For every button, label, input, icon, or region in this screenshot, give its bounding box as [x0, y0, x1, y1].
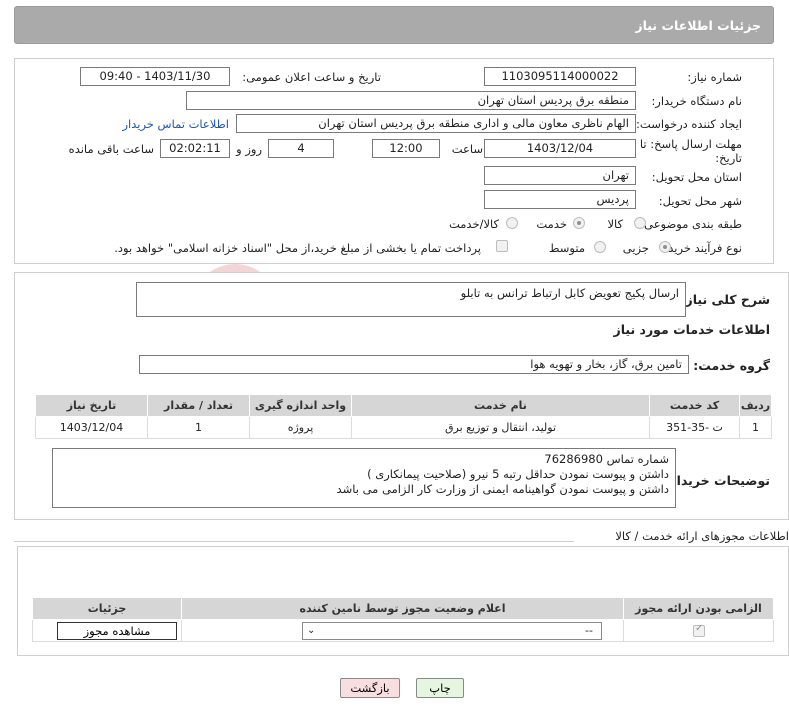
buyer-notes-label: توضیحات خریدار:: [664, 473, 770, 488]
summary-label: شرح کلی نیاز:: [680, 292, 770, 307]
process-minor-label: جزیی: [622, 241, 649, 255]
announce-label: تاریخ و ساعت اعلان عمومی:: [242, 70, 381, 84]
summary-textarea[interactable]: ارسال پکیج تعویض کابل ارتباط ترانس به تا…: [136, 282, 686, 317]
col-service-name: نام خدمت: [351, 394, 650, 417]
category-label: طبقه بندی موضوعی:: [640, 217, 742, 231]
deadline-time-label: ساعت: [451, 142, 483, 156]
col-need-date: تاریخ نیاز: [35, 394, 148, 417]
page-header: جزئیات اطلاعات نیاز: [14, 6, 774, 44]
table-row: 1 ت -35-351 تولید، انتقال و توزیع برق پر…: [35, 416, 772, 439]
col-unit: واحد اندازه گیری: [249, 394, 352, 417]
buyer-notes-textarea[interactable]: شماره تماس 76286980 داشتن و پیوست نمودن …: [52, 448, 676, 508]
col-quantity: تعداد / مقدار: [147, 394, 250, 417]
buyer-contact-link[interactable]: اطلاعات تماس خریدار: [122, 117, 229, 131]
permit-required-checkbox[interactable]: [693, 623, 705, 637]
permit-required-cell: [623, 619, 774, 642]
page-title: جزئیات اطلاعات نیاز: [635, 18, 761, 33]
services-table-header: ردیف کد خدمت نام خدمت واحد اندازه گیری ت…: [35, 394, 772, 417]
deadline-label-date: تاریخ:: [715, 151, 742, 165]
permit-status-select[interactable]: ⌄ --: [302, 622, 602, 640]
need-date: 1403/12/04: [35, 416, 148, 439]
chevron-down-icon: ⌄: [307, 625, 316, 636]
province-field: تهران: [484, 166, 636, 185]
permits-divider: [14, 541, 574, 542]
view-permit-button[interactable]: مشاهده مجوز: [57, 622, 177, 640]
province-label: استان محل تحویل:: [651, 170, 742, 184]
need-number-field: 1103095114000022: [484, 67, 636, 86]
category-goods-service-label: کالا/خدمت: [448, 217, 499, 231]
service-code: ت -35-351: [649, 416, 740, 439]
category-service-radio[interactable]: [573, 217, 585, 229]
deadline-label: مهلت ارسال پاسخ: تا: [639, 137, 742, 151]
permit-details-cell: مشاهده مجوز: [32, 619, 182, 642]
unit: پروژه: [249, 416, 352, 439]
col-row: ردیف: [739, 394, 772, 417]
services-table: ردیف کد خدمت نام خدمت واحد اندازه گیری ت…: [35, 394, 772, 439]
buyer-org-label: نام دستگاه خریدار:: [651, 94, 742, 108]
city-field: پردیس: [484, 190, 636, 209]
deadline-time-field: 12:00: [372, 139, 440, 158]
col-service-code: کد خدمت: [649, 394, 740, 417]
category-goods-service-radio[interactable]: [506, 217, 518, 229]
permit-status-value: --: [585, 624, 593, 637]
creator-field: الهام ناظری معاون مالی و اداری منطقه برق…: [236, 114, 636, 133]
buyer-org-field: منطقه برق پردیس استان تهران: [186, 91, 636, 110]
col-permit-required: الزامی بودن ارائه مجوز: [623, 597, 774, 620]
category-service-label: خدمت: [536, 217, 567, 231]
category-goods-label: کالا: [607, 217, 623, 231]
process-label: نوع فرآیند خرید :: [660, 241, 742, 255]
table-row: ⌄ -- مشاهده مجوز: [32, 619, 774, 642]
quantity: 1: [147, 416, 250, 439]
treasury-payment-checkbox[interactable]: [496, 240, 508, 252]
need-info-panel: [14, 58, 774, 264]
col-permit-details: جزئیات: [32, 597, 182, 620]
deadline-date-field: 1403/12/04: [484, 139, 636, 158]
category-goods-radio[interactable]: [634, 217, 646, 229]
process-minor-radio[interactable]: [659, 241, 671, 253]
services-title: اطلاعات خدمات مورد نیاز: [613, 322, 771, 337]
permits-table-header: الزامی بودن ارائه مجوز اعلام وضعیت مجوز …: [32, 597, 774, 620]
permits-table: الزامی بودن ارائه مجوز اعلام وضعیت مجوز …: [32, 597, 774, 642]
need-number-label: شماره نیاز:: [687, 70, 742, 84]
permits-title: اطلاعات مجوزهای ارائه خدمت / کالا: [615, 529, 789, 543]
col-permit-status: اعلام وضعیت مجوز توسط نامین کننده: [181, 597, 624, 620]
service-group-label: گروه خدمت:: [693, 358, 770, 373]
remaining-label: ساعت باقی مانده: [68, 142, 154, 156]
row-number: 1: [739, 416, 772, 439]
days-field: 4: [268, 139, 334, 158]
service-group-field: تامین برق، گاز، بخار و تهویه هوا: [139, 355, 689, 374]
permit-status-cell: ⌄ --: [181, 619, 624, 642]
print-button[interactable]: چاپ: [416, 678, 464, 698]
creator-label: ایجاد کننده درخواست:: [636, 117, 742, 131]
announce-field: 1403/11/30 - 09:40: [80, 67, 230, 86]
service-name: تولید، انتقال و توزیع برق: [351, 416, 650, 439]
payment-note: پرداخت تمام یا بخشی از مبلغ خرید،از محل …: [114, 241, 481, 255]
days-label: روز و: [236, 142, 262, 156]
process-medium-label: متوسط: [548, 241, 585, 255]
remaining-time-field: 02:02:11: [160, 139, 230, 158]
process-medium-radio[interactable]: [594, 241, 606, 253]
city-label: شهر محل تحویل:: [658, 194, 742, 208]
back-button[interactable]: بازگشت: [340, 678, 400, 698]
